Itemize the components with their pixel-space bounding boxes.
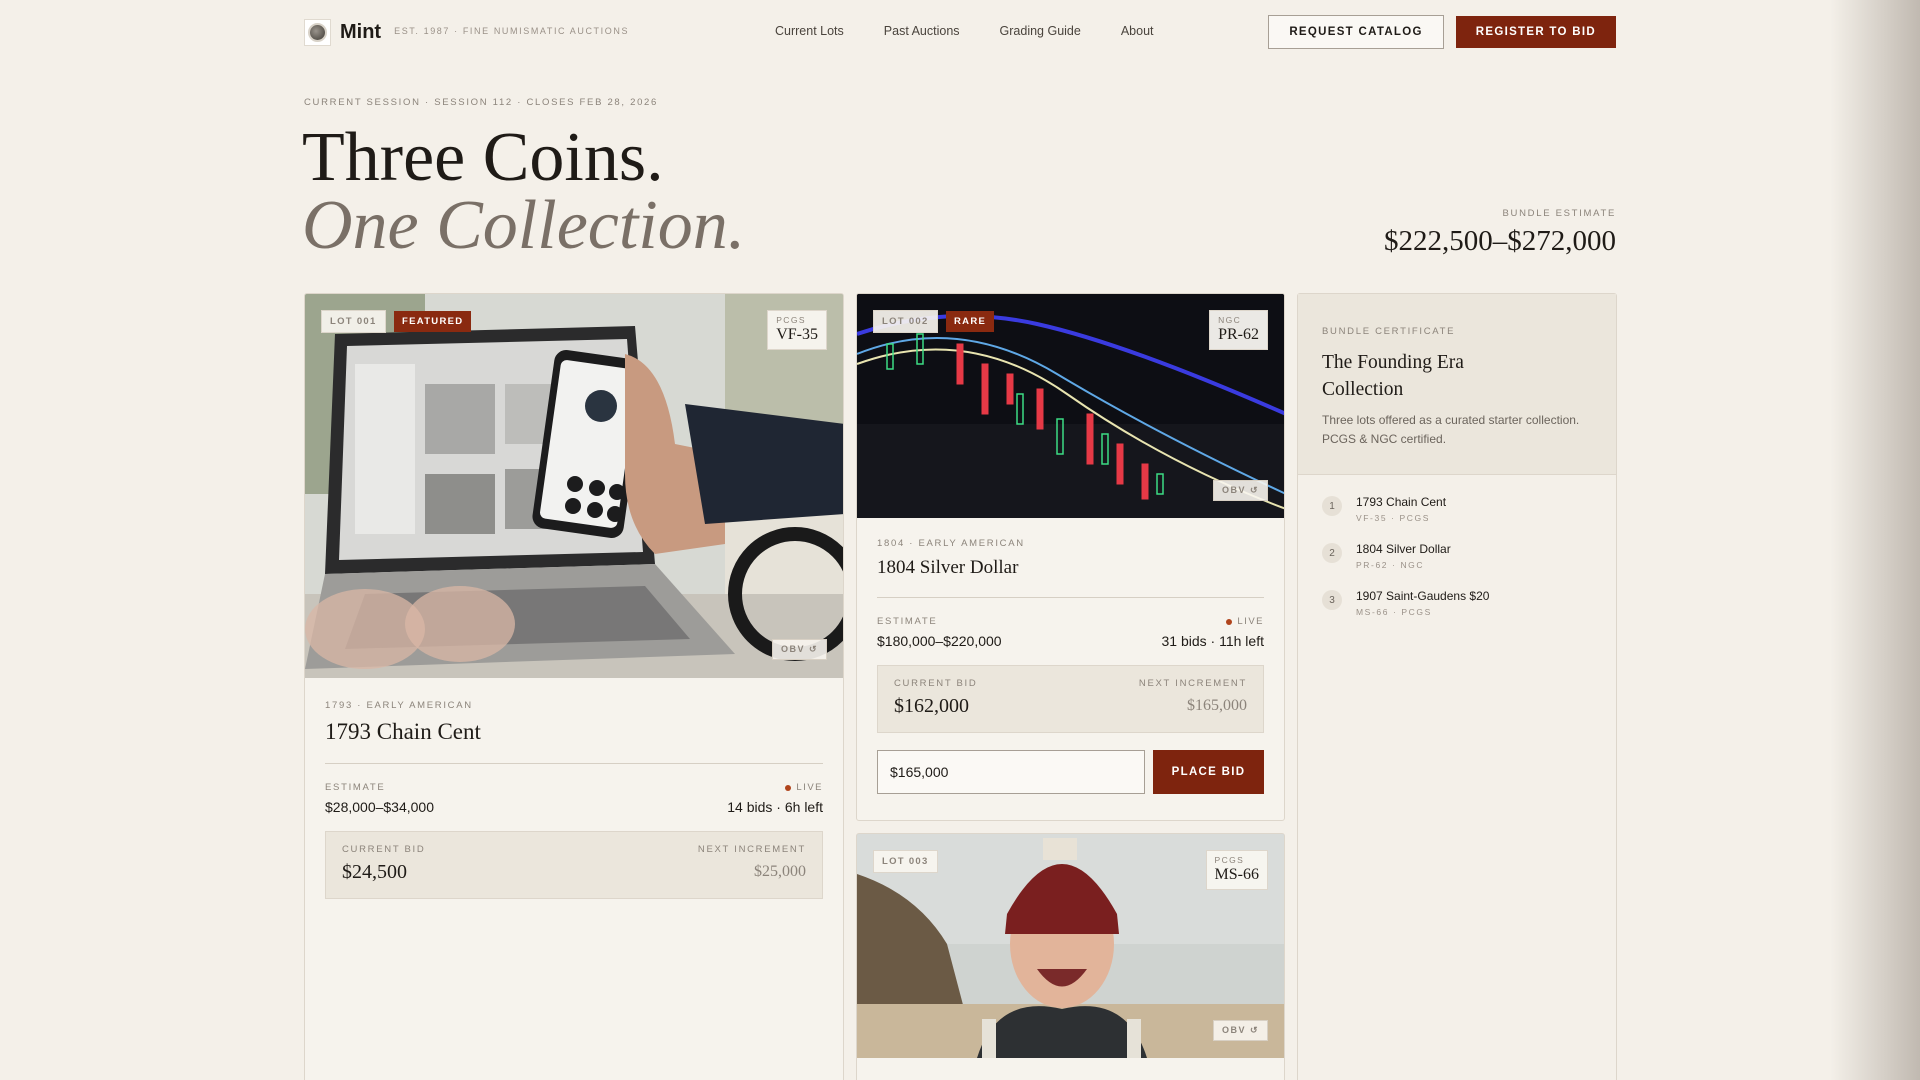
lot-details: 1804 · EARLY AMERICAN 1804 Silver Dollar… <box>857 518 1284 794</box>
estimate-row: ESTIMATE LIVE <box>325 782 823 793</box>
current-bid-box: CURRENT BID $162,000 NEXT INCREMENT $165… <box>877 665 1264 733</box>
rare-badge: RARE <box>946 311 995 332</box>
live-label: LIVE <box>1237 616 1264 627</box>
lot-number-badge: LOT 002 <box>873 310 938 333</box>
current-bid-box: CURRENT BID $24,500 NEXT INCREMENT $25,0… <box>325 831 823 899</box>
live-indicator: LIVE <box>785 782 823 793</box>
estimate-row: ESTIMATE LIVE <box>877 616 1264 627</box>
bundle-item-grade: MS-66 · PCGS <box>1356 607 1432 617</box>
lot-photo[interactable]: LOT 002 RARE NGC PR-62 OBV ↺ <box>857 294 1284 518</box>
lot-title[interactable]: 1804 Silver Dollar <box>877 557 1264 579</box>
grade-badge: PCGS MS-66 <box>1205 850 1268 890</box>
flip-obverse-button[interactable]: OBV ↺ <box>771 639 827 660</box>
bundle-estimate-label: BUNDLE ESTIMATE <box>1502 208 1616 219</box>
brand[interactable]: Mint EST. 1987 · FINE NUMISMATIC AUCTION… <box>304 18 630 46</box>
next-increment-label: NEXT INCREMENT <box>697 844 806 855</box>
current-bid-label: CURRENT BID <box>342 844 426 855</box>
hero-subtitle: One Collection. <box>302 187 746 264</box>
estimate-value: $28,000–$34,000 <box>325 799 434 815</box>
top-nav: Mint EST. 1987 · FINE NUMISMATIC AUCTION… <box>304 0 1616 64</box>
bundle-lot-list: 1 1793 Chain Cent VF-35 · PCGS 2 1804 Si… <box>1298 475 1616 656</box>
estimate-values: $28,000–$34,000 14 bids · 6h left <box>325 799 823 815</box>
divider <box>325 763 823 764</box>
place-bid-button[interactable]: PLACE BID <box>1153 750 1264 794</box>
grade-badge: NGC PR-62 <box>1209 310 1268 350</box>
current-bid-value: $162,000 <box>894 695 969 717</box>
bundle-estimate-value: $222,500–$272,000 <box>1384 225 1616 257</box>
lot-details: 1793 · EARLY AMERICAN 1793 Chain Cent ES… <box>305 678 843 899</box>
lot-number-badge: LOT 001 <box>321 310 386 333</box>
bundle-item-name: 1804 Silver Dollar <box>1356 542 1451 556</box>
nav-about[interactable]: About <box>1121 24 1154 38</box>
bundle-item[interactable]: 2 1804 Silver Dollar PR-62 · NGC <box>1322 542 1592 570</box>
nav-links: Current Lots Past Auctions Grading Guide… <box>775 24 1194 38</box>
bundle-eyebrow: BUNDLE CERTIFICATE <box>1322 326 1456 337</box>
bundle-header: BUNDLE CERTIFICATE The Founding Era Coll… <box>1298 294 1616 475</box>
bid-form: PLACE BID <box>877 750 1264 794</box>
next-increment-value: $25,000 <box>754 863 806 880</box>
flip-obverse-button[interactable]: OBV ↺ <box>1212 1020 1268 1041</box>
current-bid-value: $24,500 <box>342 861 407 883</box>
grade-service: PCGS <box>1214 855 1245 865</box>
live-dot-icon <box>1226 618 1233 625</box>
coin-logo-icon <box>304 18 331 46</box>
nav-grading-guide[interactable]: Grading Guide <box>1000 24 1081 38</box>
session-info: CURRENT SESSION · SESSION 112 · CLOSES F… <box>304 97 659 108</box>
nav-past-auctions[interactable]: Past Auctions <box>884 24 960 38</box>
brand-tagline: EST. 1987 · FINE NUMISMATIC AUCTIONS <box>394 26 630 36</box>
estimate-label: ESTIMATE <box>877 616 938 627</box>
bundle-title: The Founding Era Collection <box>1322 352 1464 400</box>
flip-obverse-button[interactable]: OBV ↺ <box>1212 480 1268 501</box>
lot-eyebrow: 1804 · EARLY AMERICAN <box>877 538 1025 549</box>
brand-name: Mint <box>340 20 382 43</box>
lot-card-003[interactable]: LOT 003 PCGS MS-66 OBV ↺ <box>856 833 1285 1080</box>
current-bid-label: CURRENT BID <box>894 678 978 689</box>
lot-title[interactable]: 1793 Chain Cent <box>325 719 823 745</box>
grade-service: PCGS <box>776 315 806 325</box>
bundle-item-number: 3 <box>1322 590 1342 610</box>
bundle-estimate: BUNDLE ESTIMATE $222,500–$272,000 <box>1384 208 1616 258</box>
bid-amount-input[interactable] <box>877 750 1145 794</box>
bundle-item-name: 1907 Saint-Gaudens $20 <box>1356 589 1490 603</box>
laptop-phone-photo <box>305 294 843 678</box>
lot-card-002[interactable]: LOT 002 RARE NGC PR-62 OBV ↺ 1804 · EARL… <box>856 293 1285 821</box>
right-edge-shadow <box>1830 0 1920 1080</box>
next-increment-value: $165,000 <box>1187 697 1247 714</box>
live-indicator: LIVE <box>1226 616 1264 627</box>
lot-number-badge: LOT 003 <box>873 850 938 873</box>
bundle-certificate-panel: BUNDLE CERTIFICATE The Founding Era Coll… <box>1297 293 1617 1080</box>
featured-badge: FEATURED <box>394 311 472 332</box>
nav-current-lots[interactable]: Current Lots <box>775 24 844 38</box>
lot-photo[interactable]: LOT 003 PCGS MS-66 OBV ↺ <box>857 834 1284 1058</box>
grade-value: PR-62 <box>1218 326 1259 343</box>
bundle-item-grade: PR-62 · NGC <box>1356 560 1425 570</box>
request-catalog-button[interactable]: REQUEST CATALOG <box>1268 15 1444 49</box>
nav-actions: REQUEST CATALOG REGISTER TO BID <box>1268 15 1616 49</box>
grade-value: VF-35 <box>776 326 818 343</box>
lot-photo[interactable]: LOT 001 FEATURED PCGS VF-35 OBV ↺ <box>305 294 843 678</box>
next-increment-label: NEXT INCREMENT <box>1138 678 1247 689</box>
bundle-description: Three lots offered as a curated starter … <box>1322 413 1580 446</box>
grade-service: NGC <box>1218 315 1242 325</box>
live-dot-icon <box>785 784 792 791</box>
estimate-label: ESTIMATE <box>325 782 386 793</box>
bundle-item-number: 1 <box>1322 496 1342 516</box>
grade-value: MS-66 <box>1214 866 1259 883</box>
bundle-item[interactable]: 1 1793 Chain Cent VF-35 · PCGS <box>1322 495 1592 523</box>
bid-activity: 31 bids · 11h left <box>1161 633 1264 649</box>
bundle-item-name: 1793 Chain Cent <box>1356 495 1447 509</box>
live-label: LIVE <box>796 782 823 793</box>
estimate-values: $180,000–$220,000 31 bids · 11h left <box>877 633 1264 649</box>
bid-activity: 14 bids · 6h left <box>727 799 823 815</box>
bundle-item[interactable]: 3 1907 Saint-Gaudens $20 MS-66 · PCGS <box>1322 589 1592 617</box>
lot-card-001[interactable]: LOT 001 FEATURED PCGS VF-35 OBV ↺ 1793 ·… <box>304 293 844 1080</box>
register-to-bid-button[interactable]: REGISTER TO BID <box>1455 16 1616 48</box>
bundle-item-grade: VF-35 · PCGS <box>1356 513 1430 523</box>
grade-badge: PCGS VF-35 <box>767 310 827 350</box>
lot-eyebrow: 1793 · EARLY AMERICAN <box>325 700 473 711</box>
estimate-value: $180,000–$220,000 <box>877 633 1002 649</box>
bundle-item-number: 2 <box>1322 543 1342 563</box>
divider <box>877 597 1264 598</box>
